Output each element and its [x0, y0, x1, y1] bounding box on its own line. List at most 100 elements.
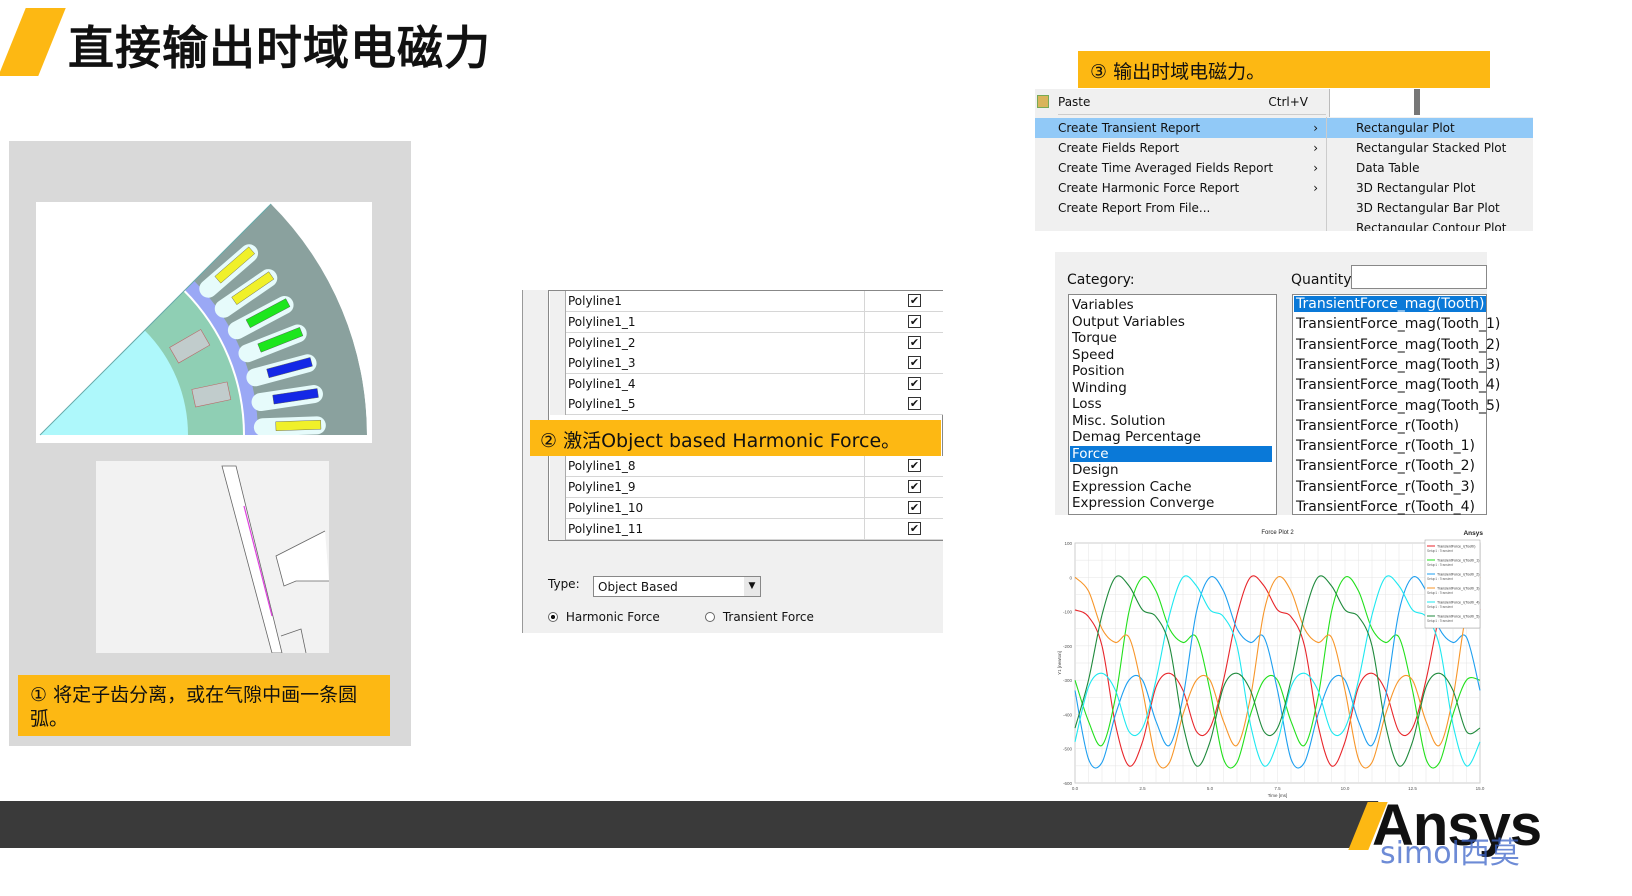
menu-item-label: Create Fields Report — [1058, 141, 1180, 155]
quantity-item[interactable]: TransientForce_r(Tooth_4) — [1294, 499, 1486, 515]
chevron-down-icon: ▼ — [744, 577, 760, 596]
submenu-item[interactable]: Rectangular Stacked Plot — [1327, 138, 1533, 158]
polyline-checkbox[interactable]: ✔ — [908, 315, 921, 328]
polyline-row[interactable]: Polyline1_2 ✔ — [550, 333, 943, 354]
polyline-checkbox[interactable]: ✔ — [908, 356, 921, 369]
polyline-row[interactable]: Polyline1_8 ✔ — [550, 456, 943, 477]
quantity-item[interactable]: TransientForce_r(Tooth_1) — [1294, 438, 1486, 454]
radio-unselected-icon — [705, 612, 715, 622]
submenu-item[interactable]: Data Table — [1327, 158, 1533, 178]
radio-harmonic-force[interactable]: Harmonic Force — [548, 610, 660, 624]
polyline-checkbox[interactable]: ✔ — [908, 522, 921, 535]
quantity-item[interactable]: TransientForce_r(Tooth) — [1294, 418, 1486, 434]
legend-entry: TransientForce_r(Tooth_2) — [1437, 573, 1479, 577]
polyline-checkbox[interactable]: ✔ — [908, 377, 921, 390]
legend-subtitle: Setup1 : Transient — [1427, 591, 1453, 595]
polyline-row[interactable]: Polyline1_9 ✔ — [550, 477, 943, 498]
submenu-item-label: 3D Rectangular Bar Plot — [1356, 201, 1500, 215]
legend-entry: TransientForce_r(Tooth) — [1437, 545, 1475, 549]
menu-item-label: Create Transient Report — [1058, 121, 1201, 135]
category-item[interactable]: Misc. Solution — [1070, 413, 1272, 429]
polyline-row[interactable]: Polyline1_5 ✔ — [550, 394, 943, 415]
y-tick-label: -500 — [1063, 747, 1073, 752]
quantity-item[interactable]: TransientForce_mag(Tooth_4) — [1294, 377, 1500, 393]
check-icon: ✔ — [909, 294, 920, 307]
legend-subtitle: Setup1 : Transient — [1427, 577, 1453, 581]
row-header[interactable] — [550, 498, 566, 519]
legend-subtitle: Setup1 : Transient — [1427, 563, 1453, 567]
category-item[interactable]: Speed — [1070, 347, 1272, 363]
x-axis-label: Time [ms] — [1268, 793, 1288, 798]
row-header[interactable] — [550, 477, 566, 498]
menu-item[interactable]: Create Fields Report › — [1035, 138, 1326, 158]
step1-banner: ① 将定子齿分离，或在气隙中画一条圆弧。 — [18, 675, 390, 736]
row-header[interactable] — [550, 374, 566, 395]
polyline-name: Polyline1_10 — [568, 501, 644, 515]
polyline-row[interactable]: Polyline1_1 ✔ — [550, 312, 943, 333]
row-header[interactable] — [550, 394, 566, 415]
submenu-item[interactable]: 3D Rectangular Bar Plot — [1327, 198, 1533, 218]
polyline-row[interactable]: Polyline1 ✔ — [550, 291, 943, 312]
radio-transient-label: Transient Force — [722, 610, 814, 624]
force-plot-chart: 1000-100-200-300-400-500-6000.0 2.5 5.0 7.5… — [1057, 530, 1485, 798]
category-item[interactable]: Output Variables — [1070, 314, 1272, 330]
category-item[interactable]: Position — [1070, 363, 1272, 379]
submenu-item[interactable]: Rectangular Contour Plot — [1327, 218, 1533, 231]
submenu-item[interactable]: Rectangular Plot — [1327, 118, 1533, 138]
category-item[interactable]: Design — [1070, 462, 1272, 478]
stator-slot — [253, 416, 326, 435]
category-item[interactable]: Force — [1070, 445, 1272, 462]
title-accent-slash — [0, 8, 66, 76]
polyline-checkbox[interactable]: ✔ — [908, 336, 921, 349]
polyline-name: Polyline1_5 — [568, 397, 636, 411]
legend-subtitle: Setup1 : Transient — [1427, 605, 1453, 609]
radio-transient-force[interactable]: Transient Force — [705, 610, 814, 624]
polyline-checkbox[interactable]: ✔ — [908, 501, 921, 514]
category-list[interactable]: Variables Output Variables Torque Speed Posi… — [1068, 294, 1277, 515]
row-header[interactable] — [550, 291, 566, 312]
chevron-right-icon: › — [1313, 181, 1318, 195]
menu-item[interactable]: Create Harmonic Force Report › — [1035, 178, 1326, 198]
quantity-item[interactable]: TransientForce_mag(Tooth_1) — [1294, 316, 1500, 332]
polyline-checkbox[interactable]: ✔ — [908, 294, 921, 307]
polyline-checkbox[interactable]: ✔ — [908, 397, 921, 410]
category-item[interactable]: Winding — [1070, 380, 1272, 396]
submenu-item[interactable]: 3D Rectangular Plot — [1327, 178, 1533, 198]
polyline-row[interactable]: Polyline1_3 ✔ — [550, 353, 943, 374]
quantity-item[interactable]: TransientForce_r(Tooth_3) — [1294, 479, 1486, 495]
quantity-item[interactable]: TransientForce_mag(Tooth_2) — [1294, 337, 1500, 353]
menu-item[interactable]: Paste Ctrl+V — [1035, 92, 1326, 112]
check-icon: ✔ — [909, 315, 920, 328]
quantity-list[interactable]: TransientForce_mag(Tooth) TransientForce_… — [1292, 294, 1500, 515]
x-tick-label: 2.5 — [1139, 786, 1146, 791]
legend-subtitle: Setup1 : Transient — [1427, 619, 1453, 623]
polyline-checkbox[interactable]: ✔ — [908, 459, 921, 472]
category-item[interactable]: Variables — [1070, 297, 1272, 313]
column-divider — [864, 312, 865, 333]
polyline-row[interactable]: Polyline1_4 ✔ — [550, 374, 943, 395]
polyline-row[interactable]: Polyline1_10 ✔ — [550, 498, 943, 519]
category-item[interactable]: Expression Converge — [1070, 495, 1272, 511]
category-item[interactable]: Expression Cache — [1070, 479, 1272, 495]
quantity-item[interactable]: TransientForce_r(Tooth_2) — [1294, 458, 1486, 474]
row-header[interactable] — [550, 333, 566, 354]
quantity-filter-input[interactable] — [1351, 265, 1487, 289]
polyline-checkbox[interactable]: ✔ — [908, 480, 921, 493]
row-header[interactable] — [550, 519, 566, 540]
quantity-item[interactable]: TransientForce_mag(Tooth) — [1294, 296, 1486, 312]
x-tick-label: 5.0 — [1207, 786, 1214, 791]
row-header[interactable] — [550, 353, 566, 374]
category-item[interactable]: Demag Percentage — [1070, 429, 1272, 445]
category-item[interactable]: Torque — [1070, 330, 1272, 346]
menu-item[interactable]: Create Report From File... — [1035, 198, 1326, 218]
menu-item[interactable]: Create Transient Report › — [1035, 118, 1326, 138]
radio-selected-icon — [548, 612, 558, 622]
row-header[interactable] — [550, 312, 566, 333]
type-select[interactable]: Object Based ▼ — [593, 576, 761, 597]
row-header[interactable] — [550, 456, 566, 477]
quantity-item[interactable]: TransientForce_mag(Tooth_3) — [1294, 357, 1500, 373]
quantity-item[interactable]: TransientForce_mag(Tooth_5) — [1294, 398, 1500, 414]
polyline-row[interactable]: Polyline1_11 ✔ — [550, 519, 943, 540]
category-item[interactable]: Loss — [1070, 396, 1272, 412]
menu-item[interactable]: Create Time Averaged Fields Report › — [1035, 158, 1326, 178]
